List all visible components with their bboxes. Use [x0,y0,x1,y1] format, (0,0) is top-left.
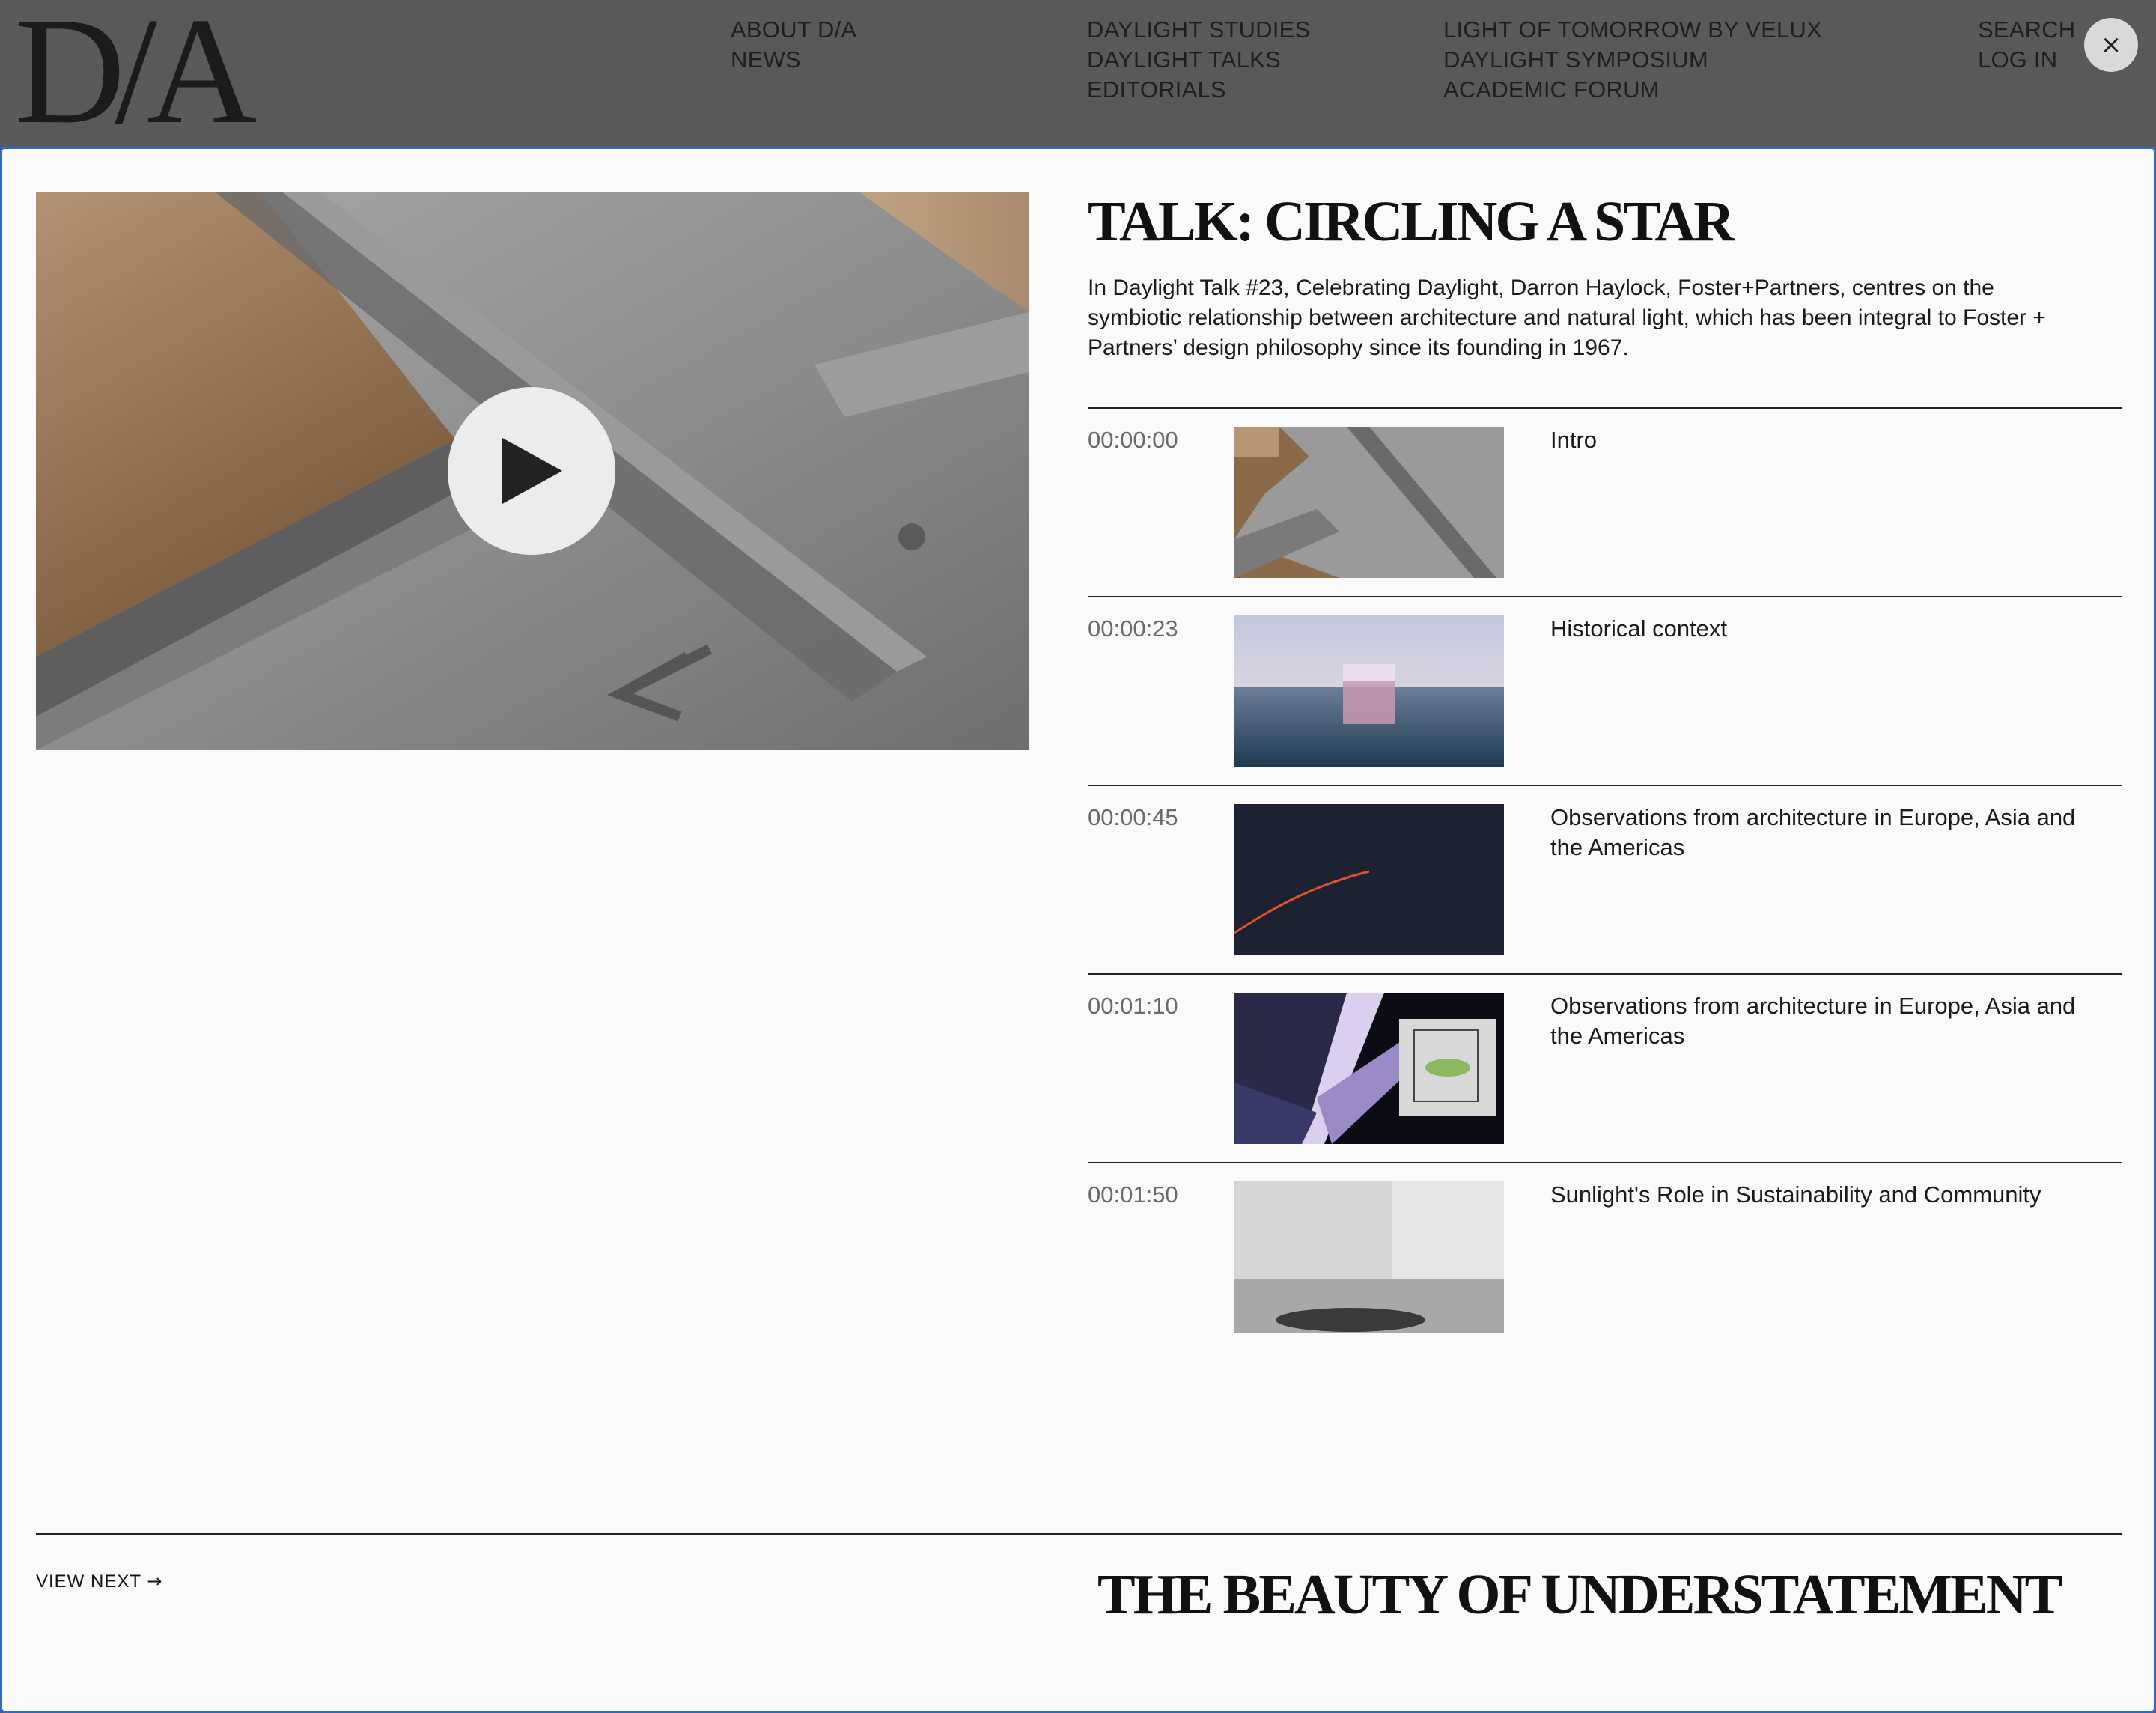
nav-column-daylight: DAYLIGHT STUDIES DAYLIGHT TALKS EDITORIA… [1087,15,1310,105]
nav-link-daylight-symposium[interactable]: DAYLIGHT SYMPOSIUM [1443,45,1822,75]
video-player[interactable] [36,192,1029,750]
chapter-timestamp: 00:01:10 [1088,993,1178,1019]
nav-column-account: SEARCH LOG IN [1978,15,2075,75]
chapter-title: Observations from architecture in Europe… [1550,993,2076,1049]
play-button[interactable] [448,387,615,555]
chapter-item[interactable]: 00:00:45 Observations from architecture … [1088,785,2122,973]
chapter-list: 00:00:00 Intro 00:00:23 Historical conte… [1088,407,2122,1351]
close-button[interactable]: × [2084,18,2138,72]
chapter-title: Historical context [1550,615,1728,642]
close-icon: × [2100,30,2122,60]
next-talk-title[interactable]: THE BEAUTY OF UNDERSTATEMENT [1097,1561,2062,1628]
chapter-thumbnail [1234,993,1504,1144]
chapter-timestamp: 00:01:50 [1088,1181,1178,1208]
view-next-link[interactable]: VIEW NEXT → [36,1570,162,1593]
chapter-item[interactable]: 00:00:00 Intro [1088,407,2122,596]
nav-link-daylight-studies[interactable]: DAYLIGHT STUDIES [1087,15,1310,45]
chapter-item[interactable]: 00:01:50 Sunlight's Role in Sustainabili… [1088,1162,2122,1351]
nav-link-news[interactable]: NEWS [731,45,856,75]
site-header: D/A ABOUT D/A NEWS DAYLIGHT STUDIES DAYL… [0,0,2156,148]
chapter-title: Intro [1550,427,1598,453]
view-next-label: VIEW NEXT [36,1571,141,1592]
talk-title: TALK: CIRCLING A STAR [1088,190,1735,253]
chapter-title: Observations from architecture in Europe… [1550,804,2076,860]
nav-column-about: ABOUT D/A NEWS [731,15,856,75]
footer-divider [36,1533,2122,1535]
site-logo[interactable]: D/A [15,0,257,147]
nav-link-editorials[interactable]: EDITORIALS [1087,75,1310,105]
chapter-thumbnail [1234,1181,1504,1333]
chapter-timestamp: 00:00:45 [1088,804,1178,830]
nav-column-events: LIGHT OF TOMORROW BY VELUX DAYLIGHT SYMP… [1443,15,1822,105]
chapter-timestamp: 00:00:23 [1088,615,1178,642]
chapter-thumbnail [1234,427,1504,578]
chapter-timestamp: 00:00:00 [1088,427,1178,453]
chapter-thumbnail [1234,615,1504,767]
nav-link-about[interactable]: ABOUT D/A [731,15,856,45]
nav-link-academic-forum[interactable]: ACADEMIC FORUM [1443,75,1822,105]
chapter-item[interactable]: 00:01:10 Observations from architecture … [1088,973,2122,1162]
chapter-item[interactable]: 00:00:23 Historical context [1088,596,2122,785]
talk-modal: TALK: CIRCLING A STAR In Daylight Talk #… [0,147,2156,1713]
chapter-title: Sunlight's Role in Sustainability and Co… [1550,1181,2041,1208]
nav-link-light-of-tomorrow[interactable]: LIGHT OF TOMORROW BY VELUX [1443,15,1822,45]
talk-description: In Daylight Talk #23, Celebrating Daylig… [1088,276,2046,360]
play-icon [502,438,562,504]
nav-link-search[interactable]: SEARCH [1978,15,2075,45]
nav-link-daylight-talks[interactable]: DAYLIGHT TALKS [1087,45,1310,75]
arrow-right-icon: → [147,1571,163,1592]
nav-link-log-in[interactable]: LOG IN [1978,45,2075,75]
chapter-thumbnail [1234,804,1504,955]
